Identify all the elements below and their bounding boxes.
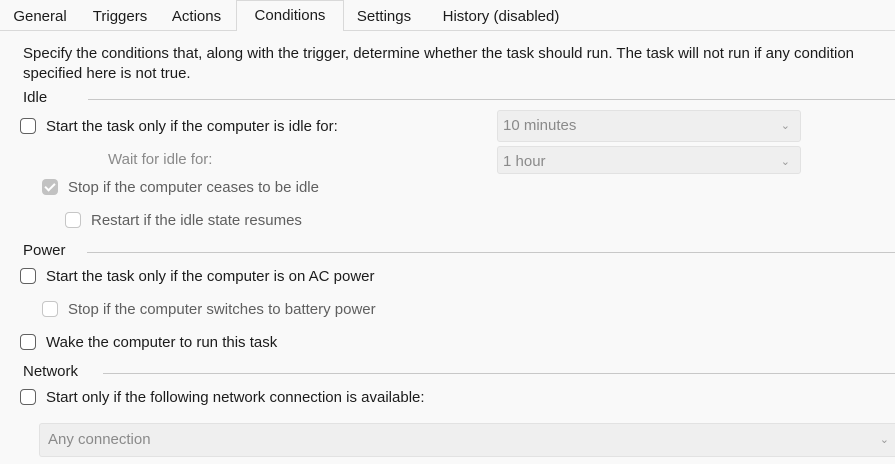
chevron-down-icon: ⌄ [879,434,889,446]
tab-history[interactable]: History (disabled) [427,6,575,30]
wake-row[interactable]: Wake the computer to run this task [20,331,277,353]
tab-actions[interactable]: Actions [163,6,230,30]
tab-strip: General Triggers Actions Conditions Sett… [0,0,895,31]
tab-general[interactable]: General [4,6,76,30]
conditions-description: Specify the conditions that, along with … [23,45,855,82]
wait-idle-value: 1 hour [503,153,546,170]
wait-idle-label: Wait for idle for: [108,150,213,168]
idle-duration-value: 10 minutes [503,117,577,134]
network-label: Start only if the following network conn… [46,388,425,406]
wait-idle-row: Wait for idle for: [108,148,212,170]
restart-idle-checkbox [65,212,81,228]
network-connection-value: Any connection [48,431,151,448]
tab-conditions[interactable]: Conditions [236,0,344,31]
idle-group-divider [88,99,895,100]
battery-row: Stop if the computer switches to battery… [42,298,376,320]
restart-idle-label: Restart if the idle state resumes [91,211,302,229]
chevron-down-icon: ⌄ [780,156,790,168]
network-connection-select: Any connection ⌄ [39,423,895,457]
tab-settings[interactable]: Settings [347,6,421,30]
power-group-label: Power [23,242,66,259]
wake-checkbox[interactable] [20,334,36,350]
power-group-divider [87,252,895,253]
idle-group-label: Idle [23,89,48,106]
ac-power-row[interactable]: Start the task only if the computer is o… [20,265,375,287]
stop-idle-row: Stop if the computer ceases to be idle [42,176,319,198]
idle-start-row[interactable]: Start the task only if the computer is i… [20,115,338,137]
stop-idle-label: Stop if the computer ceases to be idle [68,178,319,196]
battery-label: Stop if the computer switches to battery… [68,300,376,318]
network-group-divider [103,373,895,374]
idle-start-checkbox[interactable] [20,118,36,134]
idle-duration-select: 10 minutes ⌄ [497,110,801,142]
ac-power-label: Start the task only if the computer is o… [46,267,375,285]
tab-triggers[interactable]: Triggers [84,6,156,30]
stop-idle-checkbox [42,179,58,195]
chevron-down-icon: ⌄ [780,120,790,132]
network-group-label: Network [23,363,79,380]
wake-label: Wake the computer to run this task [46,333,278,351]
wait-idle-select: 1 hour ⌄ [497,146,801,174]
restart-idle-row: Restart if the idle state resumes [65,209,302,231]
network-checkbox[interactable] [20,389,36,405]
network-row[interactable]: Start only if the following network conn… [20,386,425,408]
idle-start-label: Start the task only if the computer is i… [46,117,338,135]
ac-power-checkbox[interactable] [20,268,36,284]
battery-checkbox [42,301,58,317]
